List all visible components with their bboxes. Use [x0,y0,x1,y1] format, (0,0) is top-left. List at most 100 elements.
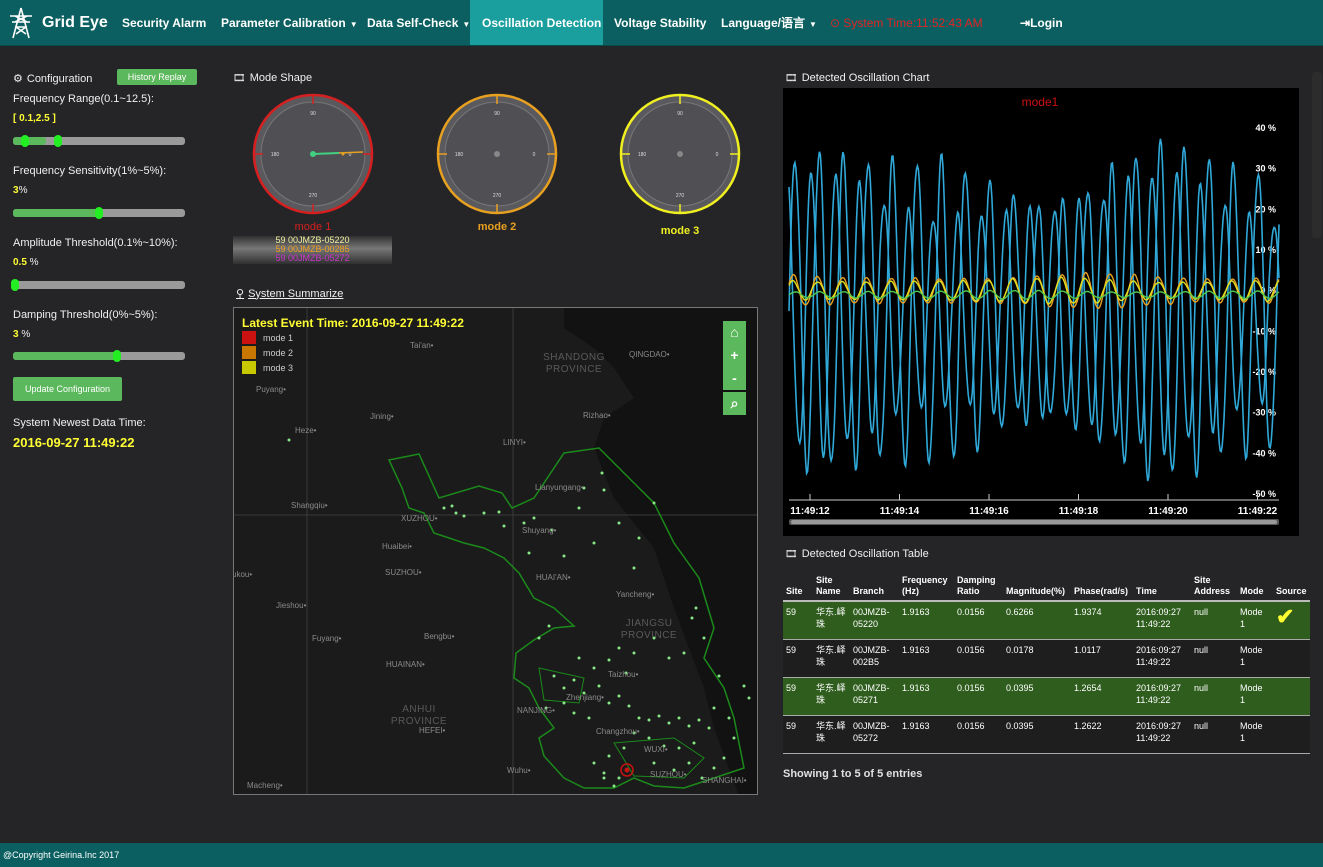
y-tick-label: -50 % [1252,489,1276,499]
column-header[interactable]: Phase(rad/s) [1071,568,1133,602]
legend-mode-1: mode 1 [242,331,293,344]
gears-icon: ⚙ [13,73,23,85]
y-tick-label: 40 % [1255,123,1276,133]
brand-title: Grid Eye [42,14,108,31]
slider-handle-low[interactable] [21,135,29,147]
oscillation-chart-title: 🎞 Detected Oscillation Chart [785,72,930,84]
configuration-title: ⚙ Configuration [13,72,93,86]
column-header[interactable]: Time [1133,568,1191,602]
page-scrollbar[interactable] [1312,72,1322,238]
history-replay-button[interactable]: History Replay [117,69,197,85]
column-header[interactable]: Mode [1237,568,1273,602]
x-tick-label: 11:49:18 [1059,506,1099,517]
damping-threshold-slider[interactable] [13,350,185,362]
frequency-range-value: [ 0.1,2.5 ] [13,113,56,124]
gauge-tick-180: 180 [638,152,647,158]
slider-handle[interactable] [95,207,103,219]
table-row[interactable]: 59 华东.峄珠 00JMZB-05271 1.9163 0.0156 0.0395 1.2… [783,677,1310,716]
mode-3-label: mode 3 [660,225,700,237]
amplitude-threshold-label: Amplitude Threshold(0.1%~10%): [13,237,178,249]
legend-mode-3: mode 3 [242,361,293,374]
film-icon: 🎞 [233,72,246,84]
x-tick-label: 11:49:14 [880,506,920,517]
column-header[interactable]: Frequency (Hz) [899,568,954,602]
nav-voltage-stability[interactable]: Voltage Stability [614,0,706,45]
x-tick-label: 11:49:12 [790,506,830,517]
newest-data-label: System Newest Data Time: [13,417,146,429]
nav-security-alarm[interactable]: Security Alarm [122,0,206,45]
amplitude-threshold-slider[interactable] [11,279,185,291]
check-icon: ✔ [1276,604,1295,629]
column-header[interactable]: Branch [850,568,899,602]
system-time: ⊙ System Time:11:52:43 AM [830,16,983,30]
oscillation-table[interactable]: Site Site Name Branch Frequency (Hz) Dam… [783,568,1310,764]
map-home-button[interactable]: ⌂ [723,321,746,344]
oscillation-table-title: 🎞 Detected Oscillation Table [785,548,929,560]
nav-data-self-check[interactable]: Data Self-Check ▼ [367,0,470,45]
oscillation-series-line [788,138,1280,482]
footer: @Copyright Geirina.Inc 2017 [0,843,1323,867]
gauge-tick-180: 180 [271,152,280,158]
x-tick-label: 11:49:22 [1238,506,1278,517]
map-marker-icon: ⚲ [236,288,245,300]
x-tick-label: 11:49:20 [1148,506,1188,517]
update-configuration-button[interactable]: Update Configuration [13,377,122,401]
latest-event-time: Latest Event Time: 2016-09-27 11:49:22 [242,316,464,330]
nav-parameter-calibration[interactable]: Parameter Calibration ▼ [221,0,358,45]
caret-down-icon: ▼ [809,20,817,29]
map-zoom-out-button[interactable]: - [723,367,746,390]
frequency-sensitivity-label: Frequency Sensitivity(1%~5%): [13,165,167,177]
map-canvas [234,308,757,794]
branch-ticker: 59 00JMZB-05220 59 00JMZB-00285 59 00JMZ… [233,236,392,264]
film-icon: 🎞 [785,72,798,84]
table-row[interactable]: 59 华东.峄珠 00JMZB-05272 1.9163 0.0156 0.0395 1.2… [783,715,1310,754]
amplitude-threshold-value: 0.5 % [13,257,39,268]
slider-handle[interactable] [113,350,121,362]
legend-mode-2: mode 2 [242,346,293,359]
mode-shape-title: 🎞 Mode Shape [233,72,313,84]
caret-down-icon: ▼ [349,20,358,29]
frequency-range-slider[interactable] [13,135,185,147]
column-header[interactable]: Magnitude(%) [1003,568,1071,602]
nav-oscillation-detection[interactable]: Oscillation Detection [470,0,603,45]
gauge-tick-90: 90 [677,111,683,117]
slider-handle-high[interactable] [54,135,62,147]
damping-threshold-label: Damping Threshold(0%~5%): [13,309,158,321]
gauge-tick-0: 0 [716,152,719,158]
login-link[interactable]: ⇥Login [1020,0,1063,45]
film-icon: 🎞 [785,548,798,560]
mode-2-gauge: 90 270 180 0 [436,93,558,215]
table-row[interactable]: 59 华东.峄珠 00JMZB-05220 1.9163 0.0156 0.6266 1.9… [783,601,1310,640]
damping-threshold-value: 3 % [13,329,31,340]
y-tick-label: 10 % [1255,245,1276,255]
table-header-row: Site Site Name Branch Frequency (Hz) Dam… [783,568,1310,602]
login-icon: ⇥ [1020,16,1031,30]
system-map[interactable]: Tai'an• Puyang• Jining• Rizhao• Heze• LI… [233,307,758,795]
column-header[interactable]: Site Name [813,568,850,602]
column-header[interactable]: Source [1273,568,1310,602]
frequency-sensitivity-slider[interactable] [13,207,185,219]
transmission-tower-icon [10,7,32,39]
oscillation-chart[interactable]: mode1 40 % 30 % 20 % 10 % 0 % -10 % -20 % -30 %… [783,88,1299,536]
y-tick-label: 20 % [1255,204,1276,214]
gauge-tick-90: 90 [310,111,316,117]
chart-scroll-thumb[interactable] [791,520,1277,524]
gauge-tick-270: 270 [309,193,318,199]
table-row[interactable]: 59 华东.峄珠 00JMZB-002B5 1.9163 0.0156 0.0178 1.0… [783,639,1310,678]
map-zoom-in-button[interactable]: + [723,344,746,367]
column-header[interactable]: Site Address [1191,568,1237,602]
newest-data-value: 2016-09-27 11:49:22 [13,435,135,450]
nav-language[interactable]: Language/语言 ▼ [721,0,817,45]
gauge-tick-270: 270 [676,193,685,199]
frequency-range-label: Frequency Range(0.1~12.5): [13,93,154,105]
top-navbar: Grid Eye Security Alarm Parameter Calibr… [0,0,1323,46]
column-header[interactable]: Site [783,568,813,602]
mode-3-gauge: 90 270 180 0 [619,93,741,215]
mode-1-gauge: 90 270 180 0 [252,93,374,215]
column-header[interactable]: Damping Ratio [954,568,1003,602]
system-summarize-title[interactable]: ⚲ System Summarize [236,287,343,301]
slider-handle[interactable] [11,279,19,291]
brand[interactable]: Grid Eye [6,6,108,40]
chart-title: mode1 [1022,95,1059,109]
map-zoom-box-button[interactable]: ⌕ [723,392,746,415]
